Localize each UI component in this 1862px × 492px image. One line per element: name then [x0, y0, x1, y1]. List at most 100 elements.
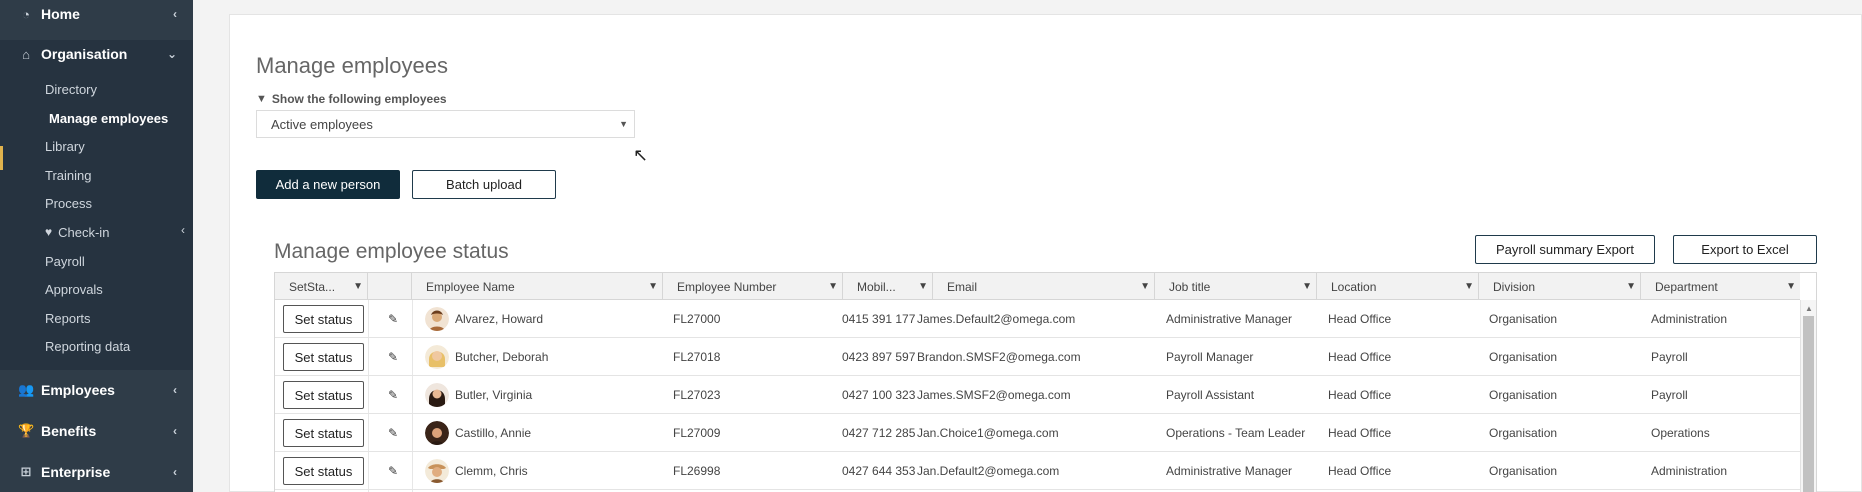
mobile: 0427 100 323 — [842, 388, 916, 402]
chevron-left-icon: ‹ — [173, 383, 177, 397]
header-department[interactable]: Department ▼ — [1641, 273, 1800, 300]
header-employee-number-label: Employee Number — [677, 279, 777, 294]
filter-icon[interactable]: ▼ — [828, 281, 838, 292]
header-employee-name-label: Employee Name — [426, 279, 515, 294]
employee-name: Butcher, Deborah — [455, 350, 549, 364]
sidebar-item-process[interactable]: Process — [45, 193, 92, 213]
nav-enterprise-label: Enterprise — [41, 464, 111, 480]
header-location-label: Location — [1331, 279, 1377, 294]
caret-down-icon: ▼ — [619, 119, 628, 129]
location: Head Office — [1328, 388, 1392, 402]
pencil-icon[interactable]: ✎ — [388, 312, 398, 326]
sidebar: ◔ Home ‹ ⌂ Organisation ⌄ Directory Mana… — [0, 0, 193, 492]
employee-filter-select[interactable]: Active employees ▼ — [256, 110, 635, 138]
payroll-summary-export-button[interactable]: Payroll summary Export — [1475, 235, 1655, 264]
avatar — [425, 307, 449, 331]
division: Organisation — [1489, 312, 1558, 326]
set-status-button[interactable]: Set status — [283, 457, 364, 485]
mobile: 0415 391 177 — [842, 312, 916, 326]
email: Jan.Choice1@omega.com — [917, 426, 1059, 440]
employee-number: FL27009 — [673, 426, 721, 440]
header-setstatus[interactable]: SetSta... ▼ — [275, 273, 368, 300]
filter-icon[interactable]: ▼ — [648, 281, 658, 292]
set-status-button[interactable]: Set status — [283, 305, 364, 333]
pencil-icon[interactable]: ✎ — [388, 426, 398, 440]
nav-benefits-label: Benefits — [41, 423, 97, 439]
avatar — [425, 383, 449, 407]
sidebar-item-directory[interactable]: Directory — [45, 79, 97, 99]
sidebar-item-approvals[interactable]: Approvals — [45, 279, 103, 299]
table-row: Set status ✎ Castillo, Annie FL27009 042… — [275, 414, 1800, 452]
header-mobile[interactable]: Mobil... ▼ — [843, 273, 933, 300]
department: Operations — [1651, 426, 1710, 440]
dashboard-icon: ◔ — [22, 6, 30, 22]
employee-number: FL27000 — [673, 312, 721, 326]
filter-icon[interactable]: ▼ — [353, 281, 363, 292]
nav-enterprise[interactable]: ⊞ Enterprise ‹ — [0, 458, 193, 486]
header-division[interactable]: Division ▼ — [1479, 273, 1641, 300]
sidebar-item-reports[interactable]: Reports — [45, 308, 91, 328]
pencil-icon[interactable]: ✎ — [388, 464, 398, 478]
export-to-excel-button[interactable]: Export to Excel — [1673, 235, 1817, 264]
employee-name: Castillo, Annie — [455, 426, 532, 440]
sidebar-item-reporting-data[interactable]: Reporting data — [45, 336, 130, 356]
sidebar-item-library[interactable]: Library — [45, 136, 85, 156]
table-row: Set status ✎ Butcher, Deborah FL27018 04… — [275, 338, 1800, 376]
nav-organisation-label: Organisation — [41, 46, 128, 62]
filter-icon[interactable]: ▼ — [1464, 281, 1474, 292]
header-division-label: Division — [1493, 279, 1536, 294]
nav-employees[interactable]: 👥 Employees ‹ — [0, 376, 193, 404]
filter-icon[interactable]: ▼ — [1302, 281, 1312, 292]
set-status-button[interactable]: Set status — [283, 381, 364, 409]
header-job-title[interactable]: Job title ▼ — [1155, 273, 1317, 300]
scroll-up-icon[interactable]: ▲ — [1805, 304, 1813, 313]
nav-benefits[interactable]: 🏆 Benefits ‹ — [0, 417, 193, 445]
sidebar-item-training[interactable]: Training — [45, 165, 91, 185]
header-setstatus-label: SetSta... — [289, 279, 336, 294]
pencil-icon[interactable]: ✎ — [388, 388, 398, 402]
employee-number: FL27018 — [673, 350, 721, 364]
job-title: Operations - Team Leader — [1166, 426, 1306, 440]
employee-number: FL26998 — [673, 464, 721, 478]
sidebar-item-manage-employees[interactable]: Manage employees — [49, 108, 168, 128]
set-status-button[interactable]: Set status — [283, 343, 364, 371]
set-status-button[interactable]: Set status — [283, 419, 364, 447]
add-new-person-button[interactable]: Add a new person — [256, 170, 400, 199]
nav-home[interactable]: ◔ Home ‹ — [0, 0, 193, 28]
filter-icon[interactable]: ▼ — [1626, 281, 1636, 292]
sidebar-item-payroll[interactable]: Payroll — [45, 251, 85, 271]
employee-name: Butler, Virginia — [455, 388, 533, 402]
employee-name: Alvarez, Howard — [455, 312, 544, 326]
header-email[interactable]: Email ▼ — [933, 273, 1155, 300]
job-title: Payroll Manager — [1166, 350, 1254, 364]
nav-organisation[interactable]: ⌂ Organisation ⌄ — [0, 40, 193, 68]
filter-icon[interactable]: ▼ — [918, 281, 928, 292]
filter-label: ▼ Show the following employees — [256, 92, 447, 106]
header-edit — [368, 273, 412, 300]
table-row: Set status ✎ Alvarez, Howard FL27000 041… — [275, 300, 1800, 338]
division: Organisation — [1489, 388, 1558, 402]
pencil-icon[interactable]: ✎ — [388, 350, 398, 364]
table-scrollbar[interactable]: ▲ — [1800, 300, 1816, 492]
heart-icon: ♥ — [45, 225, 53, 239]
page-title: Manage employees — [256, 53, 449, 78]
employee-filter-value: Active employees — [271, 116, 373, 132]
chevron-down-icon: ⌄ — [166, 47, 177, 61]
email: Brandon.SMSF2@omega.com — [917, 350, 1081, 364]
filter-icon: ▼ — [256, 93, 267, 105]
header-employee-name[interactable]: Employee Name ▼ — [412, 273, 663, 300]
chevron-left-icon: ‹ — [181, 223, 185, 237]
header-employee-number[interactable]: Employee Number ▼ — [663, 273, 843, 300]
avatar — [425, 345, 449, 369]
filter-icon[interactable]: ▼ — [1786, 281, 1796, 292]
location: Head Office — [1328, 350, 1392, 364]
scrollbar-thumb[interactable] — [1803, 316, 1814, 492]
header-location[interactable]: Location ▼ — [1317, 273, 1479, 300]
filter-icon[interactable]: ▼ — [1140, 281, 1150, 292]
batch-upload-button[interactable]: Batch upload — [412, 170, 556, 199]
filter-label-text: Show the following employees — [271, 92, 447, 106]
mobile: 0427 644 353 — [842, 464, 916, 478]
email: James.SMSF2@omega.com — [917, 388, 1071, 402]
section-title: Manage employee status — [274, 240, 509, 263]
sidebar-item-check-in[interactable]: ♥ Check-in — [45, 222, 109, 242]
